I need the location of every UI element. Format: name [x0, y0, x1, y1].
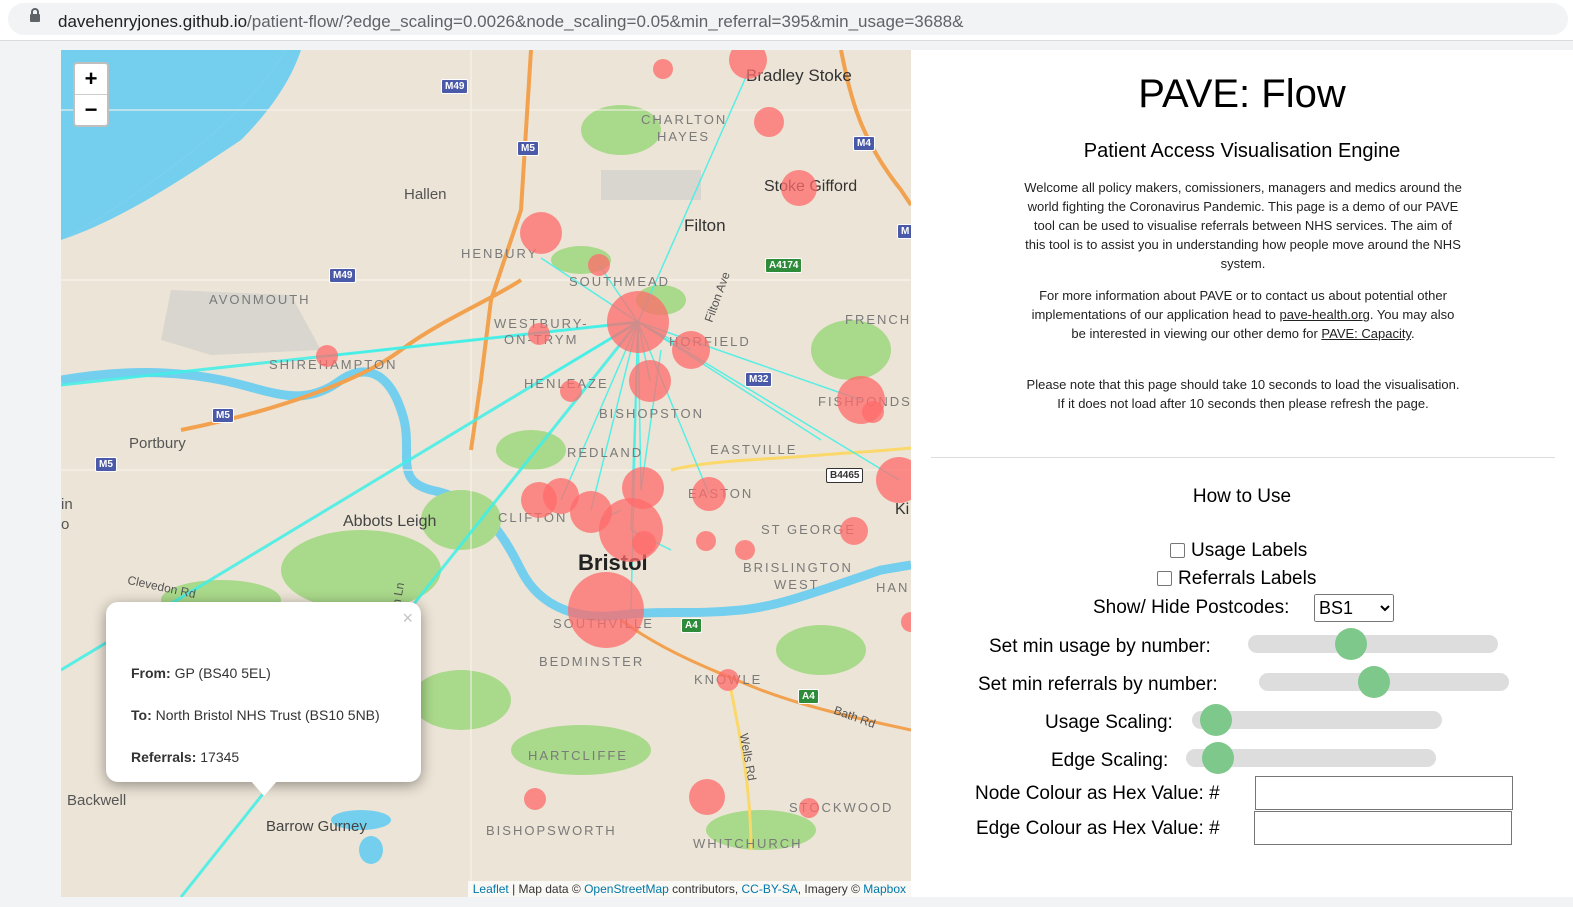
attribution-text-3: , Imagery ©: [797, 882, 864, 896]
service-node[interactable]: [689, 779, 725, 815]
info-text-3: .: [1411, 326, 1415, 341]
popup-referrals-value: 17345: [200, 749, 240, 765]
browser-address-bar: davehenryjones.github.io/patient-flow/?e…: [0, 0, 1573, 41]
min-referrals-slider[interactable]: [1259, 666, 1509, 698]
edge-scaling-label: Edge Scaling:: [1051, 750, 1169, 771]
referrals-labels-label: Referrals Labels: [1178, 568, 1317, 589]
edge-colour-label-text: Edge Colour as Hex Value:: [976, 818, 1204, 839]
service-node[interactable]: [696, 531, 716, 551]
edge-colour-hash: #: [1209, 818, 1220, 839]
postcode-select[interactable]: BS1: [1314, 594, 1394, 622]
service-node[interactable]: [520, 212, 562, 254]
pave-health-link[interactable]: pave-health.org: [1279, 307, 1369, 322]
service-node[interactable]: [524, 788, 546, 810]
node-colour-hash: #: [1209, 783, 1220, 804]
service-node[interactable]: [735, 540, 755, 560]
url-field[interactable]: davehenryjones.github.io/patient-flow/?e…: [8, 3, 1568, 35]
service-node[interactable]: [528, 323, 550, 345]
service-node[interactable]: [729, 50, 767, 79]
service-node[interactable]: [629, 360, 671, 402]
node-colour-label: Node Colour as Hex Value: #: [975, 783, 1220, 805]
zoom-in-button[interactable]: +: [75, 64, 107, 95]
service-node[interactable]: [876, 457, 911, 503]
zoom-out-button[interactable]: −: [75, 95, 107, 125]
info-panel: PAVE: Flow Patient Access Visualisation …: [911, 50, 1573, 897]
service-node[interactable]: [754, 107, 784, 137]
referrals-labels-option[interactable]: Referrals Labels: [1157, 568, 1316, 590]
popup-to-value: North Bristol NHS Trust (BS10 5NB): [155, 707, 380, 723]
popup-from-value: GP (BS40 5EL): [174, 665, 271, 681]
osm-link[interactable]: OpenStreetMap: [584, 882, 669, 896]
service-node[interactable]: [672, 331, 710, 369]
url-host: davehenryjones.github.io: [58, 12, 248, 31]
service-node[interactable]: [781, 170, 817, 206]
leaflet-link[interactable]: Leaflet: [473, 882, 509, 896]
lock-icon: [30, 8, 40, 22]
popup-referrals: Referrals: 17345: [131, 749, 239, 765]
min-referrals-slider-thumb[interactable]: [1358, 666, 1390, 698]
url-text[interactable]: davehenryjones.github.io/patient-flow/?e…: [58, 12, 963, 32]
service-node[interactable]: [840, 517, 868, 545]
popup-referrals-label: Referrals:: [131, 749, 197, 765]
service-node[interactable]: [653, 59, 673, 79]
attribution-text-2: contributors,: [668, 882, 742, 896]
url-path: /patient-flow/?edge_scaling=0.0026&node_…: [247, 12, 964, 31]
min-referrals-label: Set min referrals by number:: [978, 674, 1218, 695]
mapbox-link[interactable]: Mapbox: [863, 882, 906, 896]
edge-colour-input[interactable]: [1254, 811, 1512, 845]
service-node[interactable]: [901, 612, 911, 632]
welcome-paragraph: Welcome all policy makers, comissioners,…: [1024, 180, 1462, 271]
service-node[interactable]: [568, 572, 644, 648]
service-node[interactable]: [862, 401, 884, 423]
service-node[interactable]: [799, 798, 819, 818]
service-node[interactable]: [560, 380, 582, 402]
node-colour-label-text: Node Colour as Hex Value:: [975, 783, 1204, 804]
zoom-control: + −: [73, 62, 109, 127]
map-attribution: Leaflet | Map data © OpenStreetMap contr…: [467, 881, 911, 897]
min-usage-slider[interactable]: [1248, 628, 1498, 660]
info-paragraph: For more information about PAVE or to co…: [1023, 286, 1463, 343]
min-usage-slider-thumb[interactable]: [1335, 628, 1367, 660]
service-node[interactable]: [632, 531, 656, 555]
license-link[interactable]: CC-BY-SA: [742, 882, 798, 896]
service-node[interactable]: [316, 345, 338, 367]
node-colour-input[interactable]: [1255, 776, 1513, 810]
load-note: Please note that this page should take 1…: [1026, 377, 1460, 411]
min-usage-label: Set min usage by number:: [989, 636, 1211, 657]
popup-to: To: North Bristol NHS Trust (BS10 5NB): [131, 707, 380, 723]
pave-capacity-link[interactable]: PAVE: Capacity: [1321, 326, 1411, 341]
usage-labels-label: Usage Labels: [1191, 540, 1308, 561]
service-node[interactable]: [607, 291, 669, 353]
page-subtitle: Patient Access Visualisation Engine: [1083, 140, 1401, 162]
service-node[interactable]: [588, 254, 610, 276]
edge-scaling-slider[interactable]: [1186, 742, 1436, 774]
popup-from: From: GP (BS40 5EL): [131, 665, 271, 681]
service-node[interactable]: [599, 498, 663, 562]
popup-tip: [250, 780, 278, 796]
page-title: PAVE: Flow: [1138, 72, 1346, 116]
edge-colour-label: Edge Colour as Hex Value: #: [976, 818, 1220, 840]
usage-labels-option[interactable]: Usage Labels: [1170, 540, 1307, 562]
map[interactable]: Bradley Stoke CHARLTON HAYES Stoke Giffo…: [61, 50, 911, 897]
postcodes-label: Show/ Hide Postcodes:: [1093, 597, 1290, 618]
popup-from-label: From:: [131, 665, 171, 681]
attribution-text-1: | Map data ©: [508, 882, 585, 896]
how-to-use-heading: How to Use: [1192, 486, 1292, 507]
usage-scaling-slider-thumb[interactable]: [1200, 704, 1232, 736]
usage-scaling-slider[interactable]: [1192, 704, 1442, 736]
usage-scaling-label: Usage Scaling:: [1045, 712, 1173, 733]
referrals-labels-checkbox[interactable]: [1157, 571, 1172, 587]
referral-popup: × From: GP (BS40 5EL) To: North Bristol …: [106, 602, 421, 796]
divider: [931, 457, 1555, 458]
service-node[interactable]: [717, 669, 739, 691]
edge-scaling-slider-thumb[interactable]: [1202, 742, 1234, 774]
usage-labels-checkbox[interactable]: [1170, 543, 1185, 559]
service-node[interactable]: [692, 477, 726, 511]
popup-close-button[interactable]: ×: [402, 608, 413, 629]
popup-to-label: To:: [131, 707, 152, 723]
